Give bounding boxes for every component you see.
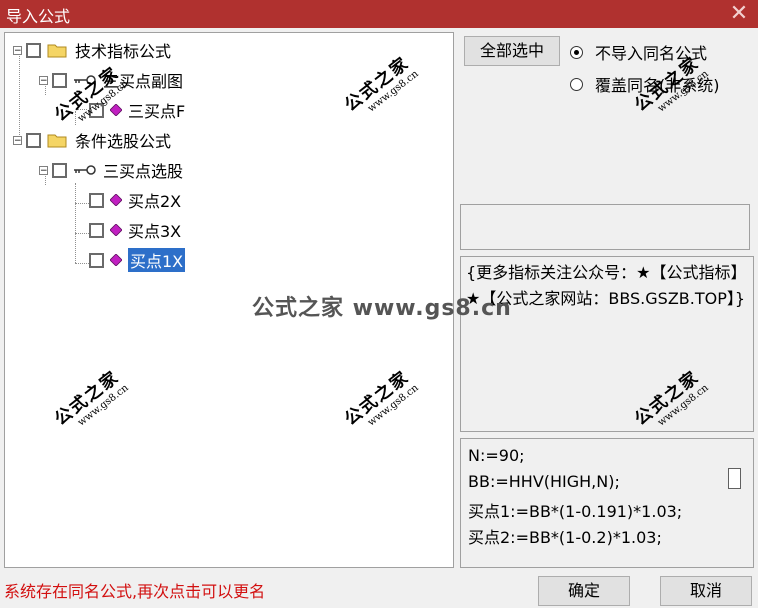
tree-connector (75, 233, 89, 234)
formula-gem-icon (110, 194, 122, 206)
tree-label: 买点1X (128, 248, 186, 272)
tree-label: 技术指标公式 (75, 42, 172, 61)
formula-gem-icon (110, 224, 122, 236)
info-box (460, 204, 750, 250)
tree-formula-chart[interactable]: − 三买点副图 (39, 67, 183, 93)
folder-icon (47, 134, 67, 147)
checkbox[interactable] (52, 162, 67, 178)
close-icon[interactable]: ✕ (726, 1, 752, 27)
tree-item[interactable]: 买点3X (89, 217, 181, 243)
tree-item[interactable]: 三买点F (77, 97, 185, 123)
tree-item[interactable]: 买点2X (89, 187, 181, 213)
checkbox[interactable] (26, 132, 41, 148)
folder-icon (47, 44, 67, 57)
formula-gem-icon (110, 254, 122, 266)
checkbox[interactable] (89, 192, 104, 208)
window-title: 导入公式 (6, 7, 71, 26)
checkbox[interactable] (26, 42, 41, 58)
checkbox[interactable] (89, 252, 104, 268)
radio-button[interactable] (570, 77, 583, 91)
code-line: N:=90; (468, 446, 525, 465)
tree-label: 条件选股公式 (75, 132, 172, 151)
collapse-icon[interactable]: − (39, 75, 48, 85)
cancel-button[interactable]: 取消 (660, 576, 752, 606)
tree-label: 三买点F (128, 102, 186, 121)
radio-button[interactable] (570, 45, 583, 59)
key-icon (74, 75, 96, 85)
key-icon (74, 165, 96, 175)
scrollbar-thumb[interactable] (728, 468, 741, 489)
tree-group-technical[interactable]: − 技术指标公式 (13, 37, 171, 63)
tree-formula-screen[interactable]: − 三买点选股 (39, 157, 183, 183)
tree-connector (75, 263, 89, 264)
radio-label: 覆盖同名(非系统) (595, 76, 720, 95)
tree-label: 三买点副图 (103, 72, 184, 91)
center-watermark: 公式之家 www.gs8.cn (252, 296, 512, 321)
radio-skip-same-name[interactable]: 不导入同名公式 (570, 40, 707, 64)
radio-overwrite[interactable]: 覆盖同名(非系统) (570, 72, 720, 96)
code-line: 买点2:=BB*(1-0.2)*1.03; (468, 528, 662, 547)
tree-connector (75, 111, 76, 125)
tree-group-screening[interactable]: − 条件选股公式 (13, 127, 171, 153)
tree-connector (75, 203, 89, 204)
tree-connector (77, 109, 87, 111)
checkbox[interactable] (89, 222, 104, 238)
checkbox[interactable] (52, 72, 67, 88)
title-bar: 导入公式 ✕ (0, 0, 758, 28)
tree-label: 三买点选股 (103, 162, 184, 181)
tree-label: 买点2X (128, 192, 182, 211)
ok-button[interactable]: 确定 (538, 576, 630, 606)
code-line: 买点1:=BB*(1-0.191)*1.03; (468, 502, 683, 521)
code-line: BB:=HHV(HIGH,N); (468, 472, 620, 491)
checkbox[interactable] (89, 102, 104, 118)
collapse-icon[interactable]: − (39, 165, 48, 175)
tree-connector (75, 183, 76, 263)
formula-gem-icon (110, 104, 122, 116)
collapse-icon[interactable]: − (13, 45, 22, 55)
collapse-icon[interactable]: − (13, 135, 22, 145)
select-all-button[interactable]: 全部选中 (464, 36, 560, 66)
status-message: 系统存在同名公式,再次点击可以更名 (4, 582, 266, 601)
radio-label: 不导入同名公式 (595, 44, 708, 63)
tree-label: 买点3X (128, 222, 182, 241)
tree-item-selected[interactable]: 买点1X (89, 247, 186, 273)
